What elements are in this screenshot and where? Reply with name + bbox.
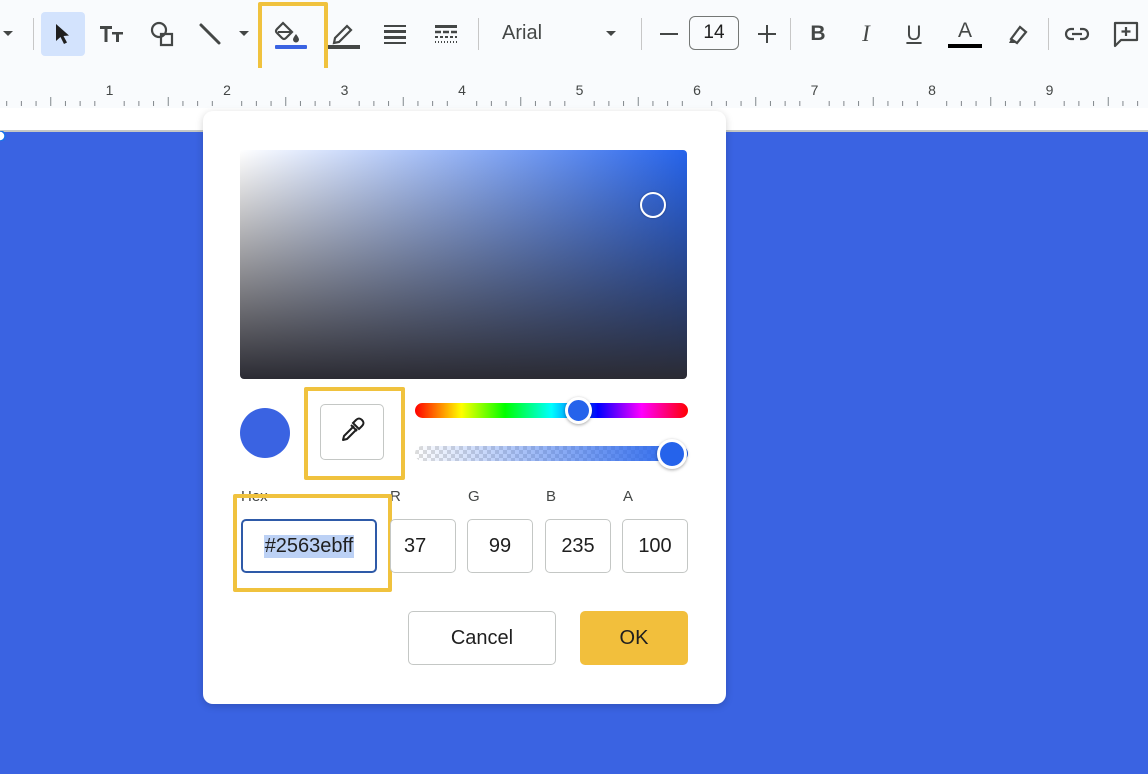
alpha-slider-thumb[interactable] — [657, 439, 687, 469]
bold-button[interactable]: B — [802, 12, 834, 56]
toolbar-divider — [1048, 18, 1049, 50]
shape-icon — [148, 20, 176, 48]
ok-button[interactable]: OK — [580, 611, 688, 665]
ruler-number: 6 — [693, 82, 701, 98]
italic-icon: I — [862, 21, 870, 46]
decrease-font-size-icon — [659, 32, 679, 36]
hex-highlight-box — [233, 494, 392, 592]
comment-icon — [1112, 20, 1140, 48]
border-dash-button[interactable] — [425, 12, 467, 56]
b-label: B — [546, 488, 557, 505]
saturation-value-handle[interactable] — [640, 192, 666, 218]
text-box-icon — [98, 23, 126, 45]
ruler-number: 3 — [340, 82, 349, 98]
text-color-icon: A — [957, 19, 972, 42]
border-color-button[interactable] — [323, 12, 365, 56]
color-preview-swatch — [240, 408, 290, 458]
b-input[interactable]: 235 — [545, 519, 611, 573]
g-input[interactable]: 99 — [467, 519, 533, 573]
ruler-number: 1 — [105, 82, 114, 98]
eyedropper-highlight-box — [304, 387, 405, 480]
text-color-button[interactable]: A — [946, 12, 984, 56]
ruler-number: 2 — [223, 82, 231, 98]
line-button[interactable] — [190, 12, 230, 56]
g-label: G — [468, 488, 480, 505]
fill-color-highlight-box — [258, 2, 328, 72]
line-icon — [197, 21, 223, 47]
increase-font-size-icon — [757, 24, 777, 44]
ruler-number: 4 — [458, 82, 466, 98]
ruler-number: 5 — [575, 82, 584, 98]
underline-button[interactable]: U — [898, 12, 930, 56]
custom-color-dialog: Hex R G B A #2563ebff 37 99 235 100 Canc… — [203, 111, 726, 704]
cancel-button[interactable]: Cancel — [408, 611, 556, 665]
highlight-button[interactable] — [1000, 12, 1036, 56]
bold-icon: B — [810, 22, 826, 45]
hue-slider[interactable] — [415, 403, 688, 418]
highlight-icon — [1006, 22, 1030, 46]
toolbar: Arial 14 B I U A — [0, 0, 1148, 72]
shape-button[interactable] — [140, 12, 184, 56]
a-input[interactable]: 100 — [622, 519, 688, 573]
border-color-icon — [327, 18, 361, 50]
border-weight-icon — [382, 23, 408, 45]
line-dropdown-arrow-icon[interactable] — [234, 12, 254, 56]
link-icon — [1064, 26, 1090, 42]
alpha-slider[interactable] — [415, 446, 688, 461]
italic-button[interactable]: I — [850, 12, 882, 56]
font-family-select[interactable]: Arial — [502, 22, 542, 45]
toolbar-divider — [790, 18, 791, 50]
ruler-number: 7 — [810, 82, 819, 98]
selection-handle[interactable] — [0, 128, 6, 142]
insert-link-button[interactable] — [1058, 12, 1096, 56]
hue-slider-thumb[interactable] — [565, 397, 592, 424]
select-cursor-icon — [52, 22, 74, 46]
dropdown-arrow-icon[interactable] — [0, 12, 16, 56]
toolbar-divider — [33, 18, 34, 50]
saturation-value-picker[interactable] — [240, 150, 687, 379]
r-input[interactable]: 37 — [390, 519, 456, 573]
a-label: A — [623, 488, 634, 505]
select-tool-button[interactable] — [41, 12, 85, 56]
ruler-number: 8 — [928, 82, 936, 98]
ruler-number: 9 — [1045, 82, 1054, 98]
toolbar-divider — [478, 18, 479, 50]
add-comment-button[interactable] — [1106, 12, 1146, 56]
underline-icon: U — [906, 22, 922, 45]
border-weight-button[interactable] — [374, 12, 416, 56]
toolbar-divider — [641, 18, 642, 50]
font-dropdown-arrow-icon[interactable] — [600, 12, 622, 56]
decrease-font-size-button[interactable] — [654, 12, 684, 56]
text-color-swatch — [948, 44, 982, 48]
text-box-button[interactable] — [90, 12, 134, 56]
font-size-input[interactable]: 14 — [689, 16, 739, 50]
border-dash-icon — [433, 23, 459, 45]
increase-font-size-button[interactable] — [752, 12, 782, 56]
